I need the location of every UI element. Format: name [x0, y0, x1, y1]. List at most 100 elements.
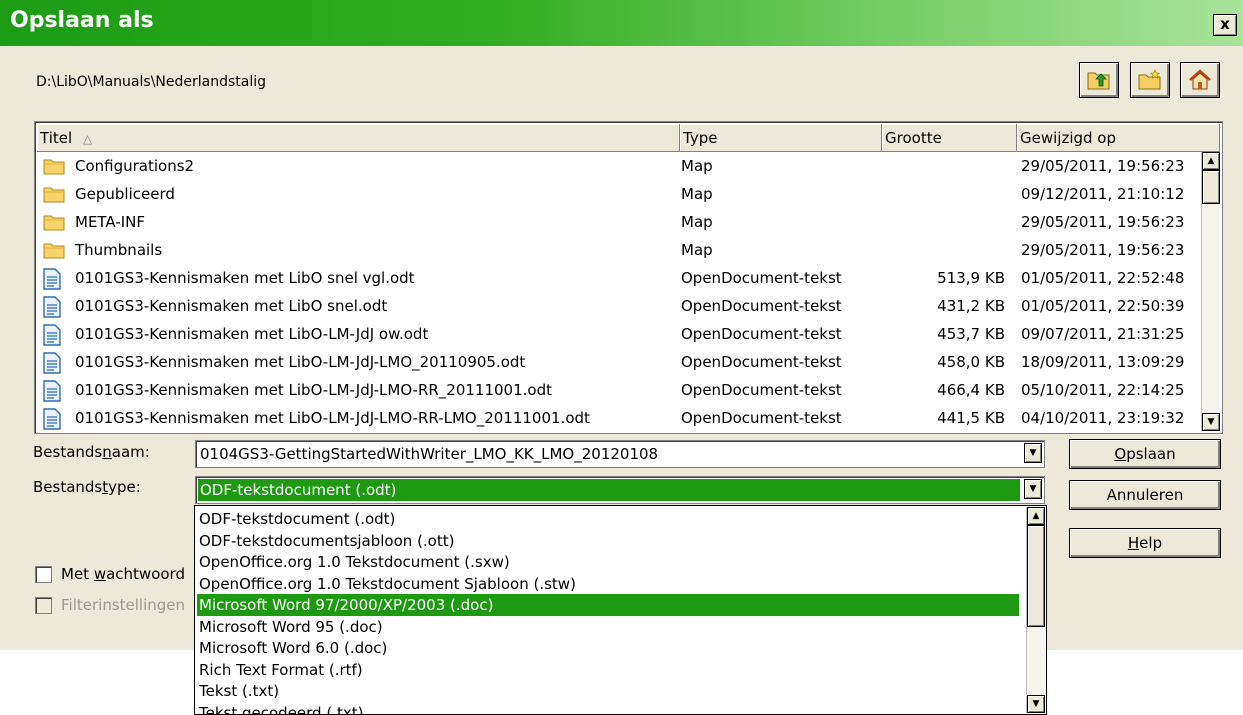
- column-header-modified[interactable]: Gewijzigd op: [1017, 124, 1220, 152]
- file-type: OpenDocument-tekst: [681, 297, 842, 315]
- file-name: META-INF: [75, 213, 146, 231]
- close-button[interactable]: x: [1213, 14, 1237, 36]
- file-row[interactable]: Gepubliceerd Map 09/12/2011, 21:10:12: [37, 180, 1203, 208]
- file-name: 0101GS3-Kennismaken met LibO-LM-JdJ-LMO-…: [75, 409, 590, 427]
- file-row[interactable]: 0101GS3-Kennismaken met LibO snel vgl.od…: [37, 264, 1203, 292]
- file-type: OpenDocument-tekst: [681, 325, 842, 343]
- file-type: OpenDocument-tekst: [681, 409, 842, 427]
- file-size: 431,2 KB: [937, 297, 1005, 315]
- file-name: Gepubliceerd: [75, 185, 175, 203]
- title-bar[interactable]: Opslaan als x: [0, 0, 1243, 46]
- new-folder-button[interactable]: [1130, 62, 1170, 98]
- scroll-thumb[interactable]: [1202, 170, 1220, 204]
- help-accesskey: H: [1127, 534, 1140, 552]
- file-modified: 05/10/2011, 22:14:25: [1021, 381, 1185, 399]
- save-label: pslaan: [1126, 445, 1176, 463]
- filename-label-post: aam:: [111, 443, 150, 461]
- help-button[interactable]: Help: [1069, 528, 1221, 558]
- filetype-option[interactable]: Microsoft Word 6.0 (.doc): [197, 637, 1019, 659]
- filename-value: 0104GS3-GettingStartedWithWriter_LMO_KK_…: [200, 445, 659, 463]
- file-modified: 09/07/2011, 21:31:25: [1021, 325, 1185, 343]
- column-header-size-label: Grootte: [885, 129, 942, 147]
- filetype-label: Bestandstype:: [33, 478, 141, 496]
- file-row[interactable]: 0101GS3-Kennismaken met LibO-LM-JdJ ow.o…: [37, 320, 1203, 348]
- filetype-option[interactable]: Tekst (.txt): [197, 680, 1019, 702]
- home-button[interactable]: [1180, 62, 1220, 98]
- file-modified: 01/05/2011, 22:52:48: [1021, 269, 1185, 287]
- filetype-value: ODF-tekstdocument (.odt): [200, 481, 397, 499]
- file-row[interactable]: Configurations2 Map 29/05/2011, 19:56:23: [37, 152, 1203, 180]
- filetype-option[interactable]: OpenOffice.org 1.0 Tekstdocument (.sxw): [197, 551, 1019, 573]
- filetype-option[interactable]: OpenOffice.org 1.0 Tekstdocument Sjabloo…: [197, 573, 1019, 595]
- file-row[interactable]: 0101GS3-Kennismaken met LibO-LM-JdJ-LMO-…: [37, 404, 1203, 432]
- file-name: Thumbnails: [75, 241, 163, 259]
- cancel-label: Annuleren: [1106, 486, 1184, 504]
- filetype-dropdown-list[interactable]: ODF-tekstdocument (.odt) ODF-tekstdocumen…: [194, 505, 1047, 715]
- save-button[interactable]: Opslaan: [1069, 439, 1221, 469]
- dropdown-scroll-down-button[interactable]: ▼: [1027, 695, 1045, 713]
- new-folder-icon: [1138, 69, 1161, 90]
- file-row[interactable]: Thumbnails Map 29/05/2011, 19:56:23: [37, 236, 1203, 264]
- filter-settings-checkbox[interactable]: [35, 597, 52, 614]
- filetype-option[interactable]: ODF-tekstdocument (.odt): [197, 508, 1019, 530]
- up-folder-icon: [1087, 72, 1110, 90]
- filetype-select[interactable]: ODF-tekstdocument (.odt) ▼: [195, 476, 1045, 504]
- filter-settings-label: Filterinstellingen: [61, 596, 186, 614]
- file-list[interactable]: Titel △ Type Grootte Gewijzigd op Config…: [34, 121, 1223, 434]
- filename-label-pre: Bestands: [33, 443, 103, 461]
- filename-label: Bestandsnaam:: [33, 443, 150, 461]
- help-label: elp: [1139, 534, 1163, 552]
- file-type: Map: [681, 213, 713, 231]
- file-modified: 29/05/2011, 19:56:23: [1021, 157, 1185, 175]
- filetype-label-pre: Bestands: [33, 478, 103, 496]
- home-icon: [1189, 69, 1211, 90]
- filetype-option[interactable]: Tekst gecodeerd (.txt): [197, 702, 1019, 715]
- filetype-option[interactable]: Microsoft Word 95 (.doc): [197, 616, 1019, 638]
- sort-ascending-icon: △: [82, 132, 93, 146]
- password-checkbox[interactable]: [35, 566, 52, 583]
- file-type: Map: [681, 185, 713, 203]
- document-icon: [43, 408, 61, 433]
- column-header-title-label: Titel: [40, 129, 73, 147]
- column-header-title[interactable]: Titel △: [37, 124, 680, 152]
- close-icon: x: [1220, 15, 1230, 33]
- filetype-label-post: ype:: [108, 478, 141, 496]
- file-name: 0101GS3-Kennismaken met LibO-LM-JdJ-LMO-…: [75, 381, 552, 399]
- file-modified: 18/09/2011, 13:09:29: [1021, 353, 1185, 371]
- file-type: Map: [681, 157, 713, 175]
- file-size: 453,7 KB: [937, 325, 1005, 343]
- filetype-dropdown-button[interactable]: ▼: [1024, 479, 1042, 499]
- password-label-pre: Met: [61, 565, 94, 583]
- file-row[interactable]: META-INF Map 29/05/2011, 19:56:23: [37, 208, 1203, 236]
- file-row[interactable]: 0101GS3-Kennismaken met LibO snel.odt Ope…: [37, 292, 1203, 320]
- file-name: 0101GS3-Kennismaken met LibO snel vgl.od…: [75, 269, 415, 287]
- filetype-option[interactable]: Microsoft Word 97/2000/XP/2003 (.doc): [197, 594, 1019, 616]
- file-name: 0101GS3-Kennismaken met LibO snel.odt: [75, 297, 388, 315]
- file-size: 513,9 KB: [937, 269, 1005, 287]
- filename-input[interactable]: 0104GS3-GettingStartedWithWriter_LMO_KK_…: [195, 440, 1045, 468]
- file-size: 458,0 KB: [937, 353, 1005, 371]
- file-size: 441,5 KB: [937, 409, 1005, 427]
- cancel-button[interactable]: Annuleren: [1069, 480, 1221, 510]
- file-modified: 29/05/2011, 19:56:23: [1021, 241, 1185, 259]
- filetype-option[interactable]: Rich Text Format (.rtf): [197, 659, 1019, 681]
- dropdown-scroll-thumb[interactable]: [1027, 525, 1045, 627]
- filename-dropdown-button[interactable]: ▼: [1024, 443, 1042, 463]
- column-header-modified-label: Gewijzigd op: [1020, 129, 1117, 147]
- scroll-up-button[interactable]: ▲: [1202, 152, 1220, 170]
- column-header-type[interactable]: Type: [680, 124, 882, 152]
- up-folder-button[interactable]: [1079, 62, 1119, 98]
- file-modified: 09/12/2011, 21:10:12: [1021, 185, 1185, 203]
- filetype-option[interactable]: ODF-tekstdocumentsjabloon (.ott): [197, 530, 1019, 552]
- file-rows: Configurations2 Map 29/05/2011, 19:56:23 Ge…: [37, 152, 1203, 433]
- file-row[interactable]: 0101GS3-Kennismaken met LibO-LM-JdJ-LMO-…: [37, 376, 1203, 404]
- file-type: OpenDocument-tekst: [681, 269, 842, 287]
- column-header-size[interactable]: Grootte: [882, 124, 1017, 152]
- file-row[interactable]: 0101GS3-Kennismaken met LibO-LM-JdJ-LMO_…: [37, 348, 1203, 376]
- file-name: Configurations2: [75, 157, 195, 175]
- dialog-title: Opslaan als: [10, 8, 154, 33]
- file-list-scrollbar[interactable]: ▲ ▼: [1201, 152, 1220, 431]
- scroll-down-button[interactable]: ▼: [1202, 413, 1220, 431]
- dropdown-scroll-up-button[interactable]: ▲: [1027, 507, 1045, 525]
- dropdown-scrollbar[interactable]: ▲ ▼: [1026, 507, 1045, 713]
